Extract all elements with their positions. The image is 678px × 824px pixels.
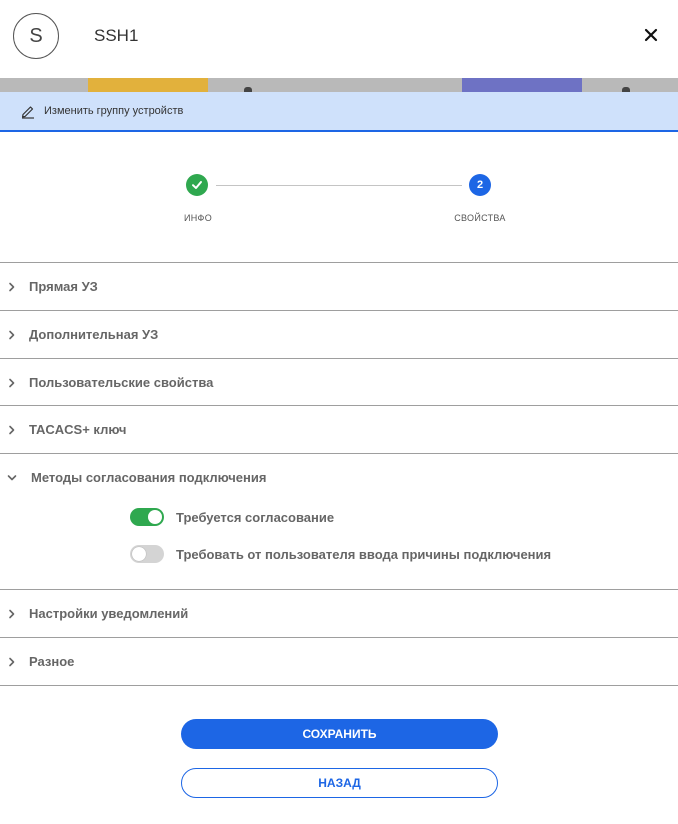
section-misc: Разное [0, 637, 678, 685]
close-button[interactable] [640, 24, 662, 46]
section-header[interactable]: TACACS+ ключ [0, 406, 678, 453]
section-header[interactable]: Прямая УЗ [0, 263, 678, 310]
reason-required-toggle[interactable] [130, 545, 164, 563]
section-direct-account: Прямая УЗ [0, 262, 678, 310]
chevron-right-icon [9, 330, 15, 339]
approval-required-toggle[interactable] [130, 508, 164, 526]
toggle-row-approval-required: Требуется согласование [130, 508, 334, 526]
section-tacacs-key: TACACS+ ключ [0, 405, 678, 453]
section-title: Методы согласования подключения [31, 470, 267, 485]
chevron-right-icon [9, 378, 15, 387]
step-info-label: ИНФО [183, 213, 212, 223]
toggle-knob [148, 510, 162, 524]
background-card-purple [462, 78, 582, 92]
step-info-indicator[interactable] [186, 174, 208, 196]
section-title: Прямая УЗ [29, 279, 98, 294]
edit-group-bar[interactable]: Изменить группу устройств [0, 92, 678, 132]
section-custom-properties: Пользовательские свойства [0, 358, 678, 406]
stepper: 2 ИНФО СВОЙСТВА [0, 170, 678, 230]
chevron-right-icon [9, 657, 15, 666]
toggle-row-reason-required: Требовать от пользователя ввода причины … [130, 545, 551, 563]
section-additional-account: Дополнительная УЗ [0, 310, 678, 358]
dialog-header: S SSH1 [0, 0, 678, 78]
stepper-connector [216, 185, 462, 186]
check-icon [192, 181, 202, 189]
section-notification-settings: Настройки уведомлений [0, 589, 678, 637]
chevron-right-icon [9, 425, 15, 434]
section-header[interactable]: Разное [0, 638, 678, 685]
section-header[interactable]: Дополнительная УЗ [0, 311, 678, 358]
section-title: TACACS+ ключ [29, 422, 127, 437]
save-button[interactable]: СОХРАНИТЬ [181, 719, 498, 749]
avatar: S [13, 13, 59, 59]
background-card-yellow [88, 78, 208, 92]
toggle-label: Требуется согласование [176, 509, 335, 525]
section-header[interactable]: Методы согласования подключения [0, 454, 678, 501]
background-strip [0, 78, 678, 92]
chevron-right-icon [9, 609, 15, 618]
toggle-knob [132, 547, 146, 561]
back-button[interactable]: НАЗАД [181, 768, 498, 798]
section-divider [0, 685, 678, 686]
section-title: Настройки уведомлений [29, 606, 189, 621]
pencil-icon [22, 106, 34, 119]
step-properties-label: СВОЙСТВА [454, 213, 506, 223]
section-title: Дополнительная УЗ [29, 327, 159, 342]
chevron-down-icon [7, 474, 17, 480]
section-approval-methods: Методы согласования подключения Требуетс… [0, 453, 678, 589]
step-properties-indicator[interactable]: 2 [469, 174, 491, 196]
edit-group-label: Изменить группу устройств [44, 105, 184, 117]
section-title: Разное [29, 654, 75, 669]
dialog-title: SSH1 [94, 26, 139, 45]
section-title: Пользовательские свойства [29, 375, 214, 390]
toggle-label: Требовать от пользователя ввода причины … [176, 546, 552, 562]
chevron-right-icon [9, 282, 15, 291]
section-header[interactable]: Пользовательские свойства [0, 359, 678, 406]
close-icon [644, 28, 658, 42]
section-header[interactable]: Настройки уведомлений [0, 590, 678, 637]
